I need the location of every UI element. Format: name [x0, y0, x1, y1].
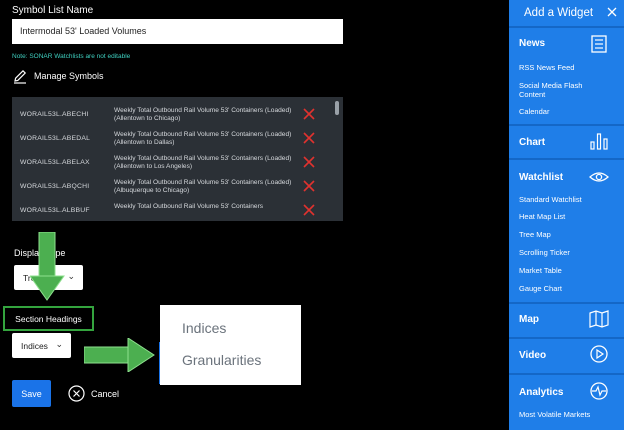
widget-tree-map[interactable]: Tree Map [519, 230, 609, 239]
close-circle-icon [68, 385, 85, 402]
play-circle-icon[interactable] [589, 345, 609, 363]
save-button[interactable]: Save [12, 380, 51, 407]
symbol-row: WORAIL53L.ALBBUF Weekly Total Outbound R… [12, 199, 332, 221]
symbol-list-name-input[interactable]: Intermodal 53' Loaded Volumes [12, 19, 343, 44]
widget-gauge-chart[interactable]: Gauge Chart [519, 284, 609, 293]
symbol-row: WORAIL53L.ABELAX Weekly Total Outbound R… [12, 151, 332, 175]
cancel-button[interactable]: Cancel [68, 385, 119, 402]
close-icon[interactable] [607, 7, 617, 17]
symbol-description: Weekly Total Outbound Rail Volume 53' Co… [114, 179, 292, 194]
category-watchlist[interactable]: Watchlist [519, 172, 563, 183]
annotation-arrow-down-icon [30, 232, 65, 301]
symbol-code: WORAIL53L.ABEDAL [20, 135, 91, 142]
symbol-list-name-label: Symbol List Name [12, 5, 94, 16]
cancel-label: Cancel [91, 388, 120, 399]
category-video[interactable]: Video [519, 350, 546, 361]
delete-icon[interactable] [302, 179, 316, 193]
annotation-arrow-right-icon [84, 338, 155, 372]
widget-heat-map-list[interactable]: Heat Map List [519, 212, 609, 221]
widget-rss-news-feed[interactable]: RSS News Feed [519, 63, 609, 72]
section-headings-dropdown: Indices Granularities [160, 305, 301, 385]
symbol-code: WORAIL53L.ALBBUF [20, 207, 90, 214]
category-chart[interactable]: Chart [519, 137, 545, 148]
dropdown-option-indices[interactable]: Indices [182, 320, 226, 336]
symbol-description: Weekly Total Outbound Rail Volume 53' Co… [114, 155, 292, 170]
divider [509, 337, 624, 339]
bar-chart-icon[interactable] [589, 132, 609, 150]
widget-standard-watchlist[interactable]: Standard Watchlist [519, 195, 609, 204]
divider [509, 373, 624, 375]
scrollbar-thumb[interactable] [335, 101, 339, 115]
category-map[interactable]: Map [519, 314, 539, 325]
manage-symbols-link[interactable]: Manage Symbols [12, 68, 104, 84]
widget-panel-title: Add a Widget [524, 7, 594, 19]
symbol-list-panel[interactable]: WORAIL53L.ABECHI Weekly Total Outbound R… [12, 97, 343, 221]
delete-icon[interactable] [302, 107, 316, 121]
delete-icon[interactable] [302, 203, 316, 217]
delete-icon[interactable] [302, 131, 316, 145]
delete-icon[interactable] [302, 155, 316, 169]
widget-panel-header: Add a Widget [509, 0, 624, 26]
symbol-code: WORAIL53L.ABECHI [20, 111, 89, 118]
chevron-down-icon: ⌄ [67, 271, 75, 281]
add-widget-panel: Add a Widget News RSS News Feed Social M… [509, 0, 624, 430]
symbol-description: Weekly Total Outbound Rail Volume 53' Co… [114, 107, 292, 122]
divider [509, 26, 624, 28]
symbol-code: WORAIL53L.ABELAX [20, 159, 90, 166]
divider [509, 124, 624, 126]
widget-market-table[interactable]: Market Table [519, 266, 609, 275]
scrollbar-track[interactable] [335, 101, 339, 217]
symbol-row: WORAIL53L.ABEDAL Weekly Total Outbound R… [12, 127, 332, 151]
section-headings-select[interactable]: Indices ⌄ [12, 333, 71, 358]
dropdown-option-granularities[interactable]: Granularities [182, 352, 261, 368]
category-news[interactable]: News [519, 38, 545, 49]
manage-symbols-label: Manage Symbols [34, 71, 104, 81]
symbol-description: Weekly Total Outbound Rail Volume 53' Co… [114, 131, 292, 146]
divider [509, 158, 624, 160]
divider [509, 302, 624, 304]
widget-social-media-flash[interactable]: Social Media Flash Content [519, 81, 609, 99]
symbol-code: WORAIL53L.ABQCHI [20, 183, 90, 190]
symbol-description: Weekly Total Outbound Rail Volume 53' Co… [114, 203, 264, 210]
widget-most-volatile-markets[interactable]: Most Volatile Markets [519, 410, 609, 419]
pencil-icon [14, 69, 27, 84]
newspaper-icon[interactable] [589, 35, 609, 53]
widget-scrolling-ticker[interactable]: Scrolling Ticker [519, 248, 609, 257]
eye-icon[interactable] [589, 168, 609, 186]
watchlist-note: Note: SONAR Watchlists are not editable [12, 53, 131, 60]
widget-calendar[interactable]: Calendar [519, 107, 609, 116]
symbol-row: WORAIL53L.ABQCHI Weekly Total Outbound R… [12, 175, 332, 199]
chevron-down-icon: ⌄ [55, 339, 63, 349]
pulse-icon[interactable] [589, 382, 609, 400]
category-analytics[interactable]: Analytics [519, 387, 563, 398]
section-headings-value: Indices [21, 340, 48, 351]
symbol-row: WORAIL53L.ABECHI Weekly Total Outbound R… [12, 103, 332, 127]
section-headings-label: Section Headings [3, 306, 94, 331]
map-icon[interactable] [589, 310, 609, 328]
